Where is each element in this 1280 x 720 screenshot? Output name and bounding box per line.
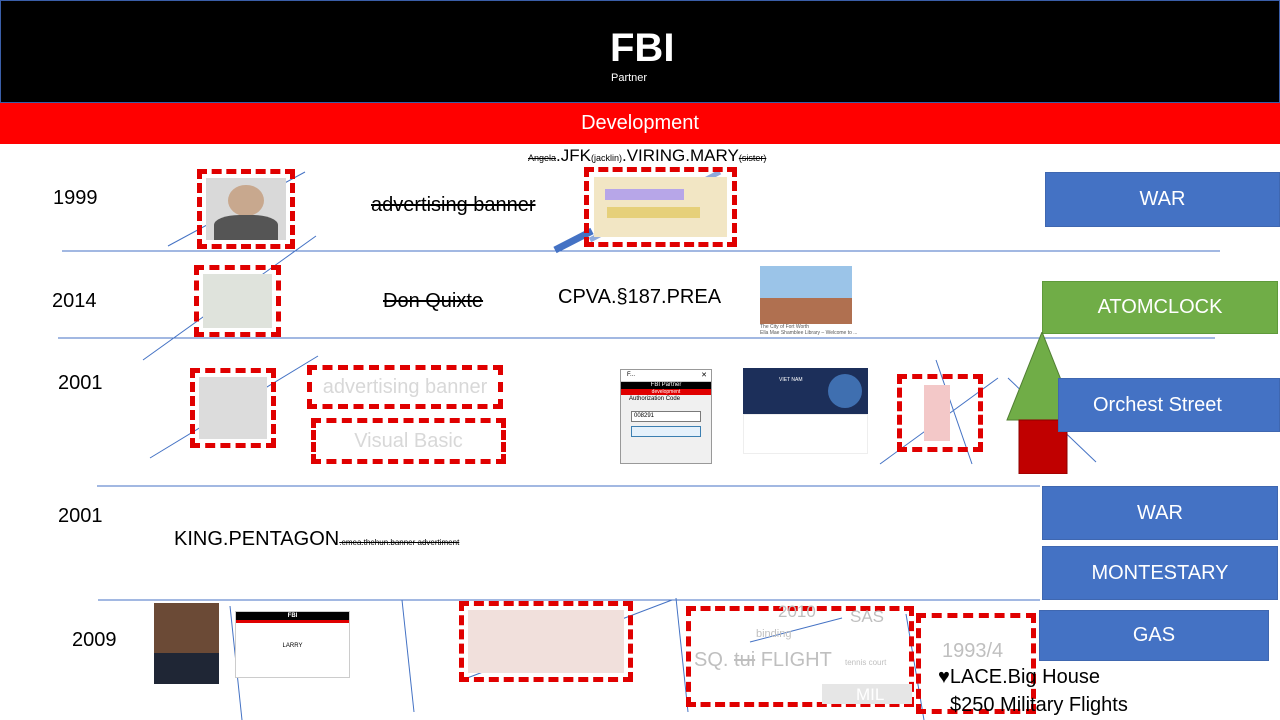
banner-box[interactable]: advertising banner [307, 365, 503, 409]
year-label: 1999 [53, 187, 98, 209]
war-button-2[interactable]: WAR [1042, 486, 1278, 540]
montestary-button[interactable]: MONTESTARY [1042, 546, 1278, 600]
year-label: 2009 [72, 629, 117, 651]
officer-photo[interactable] [154, 603, 219, 684]
flight-text: SQ. tui FLIGHT [694, 649, 832, 671]
close-icon[interactable]: ✕ [701, 370, 707, 381]
website-screenshot[interactable] [584, 167, 737, 247]
vietnam-site[interactable]: VIET NAM [743, 368, 868, 414]
auth-code-input[interactable]: 008291 [631, 411, 701, 422]
pentagon-text: KING.PENTAGON.emea.thehun.banner adverti… [174, 528, 460, 550]
library-caption: The City of Fort Worth Ella Mae Shamblee… [760, 324, 858, 336]
orchest-street-button[interactable]: Orchest Street [1058, 378, 1280, 432]
auth-dialog[interactable]: F... ✕ FBI Partner development Authoriza… [620, 369, 712, 464]
portrait-photo[interactable] [190, 368, 276, 448]
atomclock-button[interactable]: ATOMCLOCK [1042, 281, 1278, 334]
year-label: 2001 [58, 505, 103, 527]
year-label: 2014 [52, 290, 97, 312]
team-photo[interactable] [459, 601, 633, 682]
submit-button[interactable] [631, 426, 701, 437]
building-photo[interactable] [194, 265, 281, 337]
site-body [743, 414, 868, 454]
war-button[interactable]: WAR [1045, 172, 1280, 227]
banner-text: advertising banner [371, 194, 536, 216]
library-photo[interactable] [760, 266, 852, 324]
product-photo[interactable] [897, 374, 983, 452]
code-text: CPVA.§187.PREA [558, 286, 722, 308]
portrait-photo[interactable] [197, 169, 295, 249]
fbi-thumbnail[interactable]: FBI LARRY [235, 611, 350, 678]
title-text: Don Quixte [383, 290, 484, 312]
visual-basic-box[interactable]: Visual Basic [311, 418, 506, 464]
gas-button[interactable]: GAS [1039, 610, 1269, 661]
year-label: 2001 [58, 372, 103, 394]
